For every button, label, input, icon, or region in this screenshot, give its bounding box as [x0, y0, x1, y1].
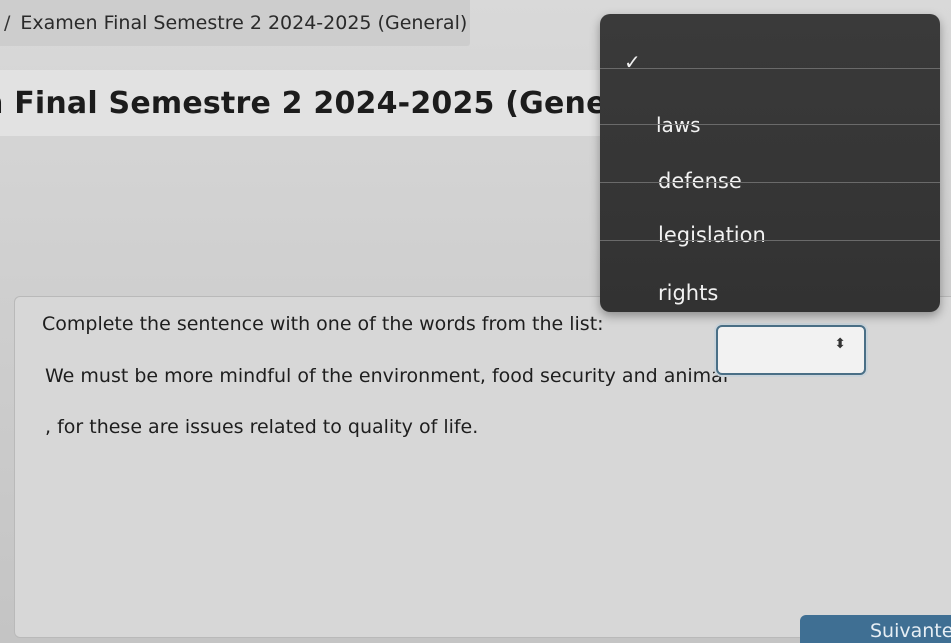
select-arrows-icon: ⬍	[834, 336, 846, 352]
dropdown-option-laws[interactable]: laws	[600, 68, 940, 137]
answer-select[interactable]: ⬍	[716, 325, 866, 375]
answer-dropdown-menu: ✓ laws defense legislation rights	[600, 14, 940, 312]
dropdown-option-defense[interactable]: defense	[600, 124, 940, 193]
sentence-end: , for these are issues related to qualit…	[45, 416, 479, 438]
dropdown-option-blank[interactable]: ✓	[600, 14, 940, 74]
next-button[interactable]: Suivante	[800, 615, 951, 643]
dropdown-option-label: rights	[658, 281, 719, 305]
breadcrumb: / Examen Final Semestre 2 2024-2025 (Gen…	[0, 0, 470, 46]
breadcrumb-link[interactable]: Examen Final Semestre 2 2024-2025 (Gener…	[20, 12, 467, 34]
page-title: n Final Semestre 2 2024-2025 (General)	[0, 86, 667, 121]
sentence-start: We must be more mindful of the environme…	[45, 365, 729, 387]
dropdown-option-legislation[interactable]: legislation	[600, 182, 940, 247]
breadcrumb-separator: /	[4, 12, 11, 34]
question-instruction: Complete the sentence with one of the wo…	[42, 313, 604, 335]
dropdown-option-rights[interactable]: rights	[600, 240, 940, 312]
next-button-label: Suivante	[870, 620, 951, 642]
